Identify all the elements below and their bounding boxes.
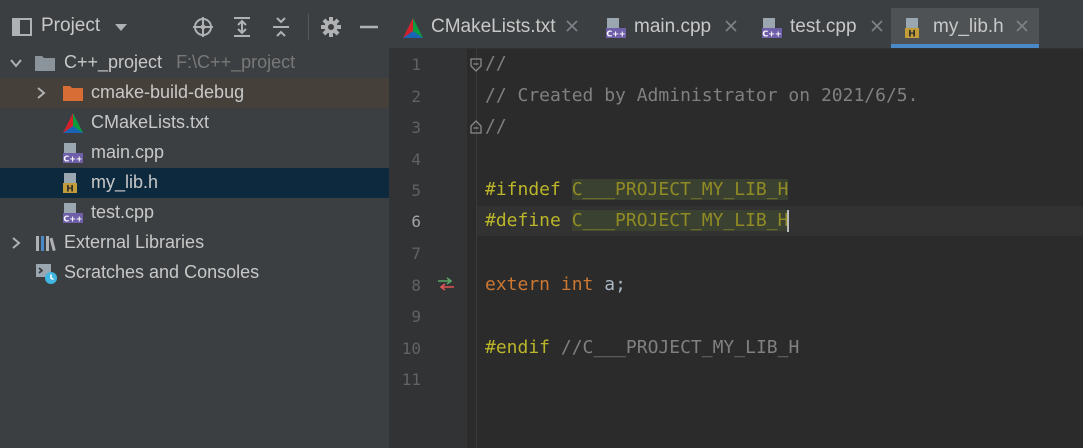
line-number: 7 bbox=[411, 244, 421, 263]
folder-icon bbox=[35, 56, 55, 71]
tree-item-label: External Libraries bbox=[64, 232, 205, 252]
header-file-icon: H bbox=[905, 18, 919, 40]
comment-token: // bbox=[485, 53, 507, 74]
tree-item-my-lib-h[interactable]: H my_lib.h bbox=[0, 168, 389, 198]
code-line-6[interactable]: #define C___PROJECT_MY_LIB_H bbox=[485, 206, 790, 236]
excluded-folder-icon bbox=[63, 86, 83, 101]
chevron-right-icon[interactable] bbox=[8, 235, 24, 251]
gutter-divider bbox=[476, 49, 477, 448]
editor: CMakeLists.txt C++ main.cpp C++ test.cpp… bbox=[389, 0, 1083, 448]
tree-item-main-cpp[interactable]: C++ main.cpp bbox=[0, 138, 389, 168]
minimize-icon[interactable] bbox=[358, 16, 380, 38]
directive-token: #ifndef bbox=[485, 179, 561, 200]
tab-label: test.cpp bbox=[790, 16, 857, 37]
header-file-icon: H bbox=[63, 173, 77, 195]
tree-item-scratches[interactable]: Scratches and Consoles bbox=[0, 258, 389, 288]
tree-item-cmake-build-debug[interactable]: cmake-build-debug bbox=[0, 78, 389, 108]
cmake-icon bbox=[63, 113, 83, 133]
project-path-hint: F:\C++_project bbox=[176, 52, 296, 72]
tree-item-label: main.cpp bbox=[91, 142, 165, 162]
close-icon[interactable] bbox=[870, 19, 884, 33]
tree-item-label: cmake-build-debug bbox=[91, 82, 245, 102]
chevron-right-icon[interactable] bbox=[33, 85, 49, 101]
close-icon[interactable] bbox=[565, 19, 579, 33]
keyword-token: extern bbox=[485, 274, 551, 295]
header-divider bbox=[308, 14, 309, 40]
svg-text:C++: C++ bbox=[63, 215, 82, 224]
fold-marker-icon[interactable] bbox=[469, 58, 483, 72]
project-panel-header: Project bbox=[0, 0, 389, 48]
svg-text:H: H bbox=[66, 185, 74, 195]
tree-item-label: C++_project bbox=[64, 52, 163, 72]
tab-label: CMakeLists.txt bbox=[431, 16, 556, 37]
tab-label: my_lib.h bbox=[933, 16, 1004, 37]
close-icon[interactable] bbox=[1015, 19, 1029, 33]
line-number: 3 bbox=[411, 118, 421, 137]
code-line-3[interactable]: // bbox=[485, 112, 507, 142]
svg-text:H: H bbox=[908, 30, 916, 40]
tree-item-label: CMakeLists.txt bbox=[91, 112, 210, 132]
line-number: 4 bbox=[411, 150, 421, 169]
collapse-all-icon[interactable] bbox=[270, 16, 292, 38]
tab-main-cpp[interactable]: C++ main.cpp bbox=[592, 8, 742, 44]
directive-token: #endif bbox=[485, 337, 551, 358]
svg-text:C++: C++ bbox=[762, 30, 781, 39]
line-number: 5 bbox=[411, 181, 421, 200]
tree-item-label: Scratches and Consoles bbox=[64, 262, 260, 282]
code-line-5[interactable]: #ifndef C___PROJECT_MY_LIB_H bbox=[485, 175, 789, 205]
code-line-1[interactable]: // bbox=[485, 49, 507, 79]
tree-item-test-cpp[interactable]: C++ test.cpp bbox=[0, 198, 389, 228]
scratches-icon bbox=[36, 264, 57, 284]
line-number: 1 bbox=[411, 55, 421, 74]
tree-item-label: my_lib.h bbox=[91, 172, 159, 192]
line-number: 8 bbox=[411, 276, 421, 295]
tab-my-lib-h[interactable]: H my_lib.h bbox=[891, 8, 1039, 48]
tab-cmakelists[interactable]: CMakeLists.txt bbox=[389, 8, 582, 44]
identifier-token: a; bbox=[604, 274, 626, 295]
line-number: 10 bbox=[401, 339, 421, 358]
navigate-implementation-icon[interactable] bbox=[437, 277, 455, 291]
locate-target-icon[interactable] bbox=[192, 16, 214, 38]
macro-token: C___PROJECT_MY_LIB_H bbox=[571, 210, 789, 231]
project-panel: Project C++_project F:\C++_project cmake… bbox=[0, 0, 389, 448]
code-line-10[interactable]: #endif //C___PROJECT_MY_LIB_H bbox=[485, 333, 799, 363]
tab-test-cpp[interactable]: C++ test.cpp bbox=[748, 8, 888, 44]
comment-token: // Created by Administrator on 2021/6/5. bbox=[485, 85, 919, 106]
tab-label: main.cpp bbox=[634, 16, 712, 37]
tree-item-project-root[interactable]: C++_project F:\C++_project bbox=[0, 48, 389, 78]
tree-item-cmakelists[interactable]: CMakeLists.txt bbox=[0, 108, 389, 138]
code-line-2[interactable]: // Created by Administrator on 2021/6/5. bbox=[485, 81, 918, 111]
expand-all-icon[interactable] bbox=[231, 16, 253, 38]
cpp-file-icon: C++ bbox=[762, 18, 782, 39]
cpp-file-icon: C++ bbox=[606, 18, 626, 39]
project-view-icon[interactable] bbox=[12, 18, 32, 36]
project-panel-title[interactable]: Project bbox=[41, 15, 100, 37]
chevron-down-icon[interactable] bbox=[113, 20, 129, 36]
cpp-file-icon: C++ bbox=[63, 203, 83, 224]
line-number: 2 bbox=[411, 87, 421, 106]
svg-text:C++: C++ bbox=[63, 155, 82, 164]
keyword-token: int bbox=[560, 274, 594, 295]
chevron-down-icon[interactable] bbox=[8, 55, 24, 71]
macro-token: C___PROJECT_MY_LIB_H bbox=[571, 179, 789, 200]
line-number: 9 bbox=[411, 307, 421, 326]
fold-marker-icon[interactable] bbox=[469, 120, 483, 134]
cpp-file-icon: C++ bbox=[63, 143, 83, 164]
close-icon[interactable] bbox=[724, 19, 738, 33]
text-caret bbox=[787, 210, 790, 232]
tree-item-label: test.cpp bbox=[91, 202, 155, 222]
comment-token: // bbox=[485, 116, 507, 137]
gear-icon[interactable] bbox=[320, 16, 342, 38]
code-line-8[interactable]: extern int a; bbox=[485, 270, 626, 300]
line-number-current: 6 bbox=[411, 212, 421, 231]
directive-token: #define bbox=[485, 210, 561, 231]
cmake-icon bbox=[403, 18, 423, 38]
svg-text:C++: C++ bbox=[606, 30, 625, 39]
library-icon bbox=[36, 236, 56, 252]
macro-text: C___PROJECT_MY_LIB_ bbox=[571, 210, 778, 231]
comment-token: //C___PROJECT_MY_LIB_H bbox=[560, 337, 800, 358]
line-number: 11 bbox=[401, 370, 421, 389]
tree-item-external-libraries[interactable]: External Libraries bbox=[0, 228, 389, 258]
editor-tab-bar: CMakeLists.txt C++ main.cpp C++ test.cpp… bbox=[389, 0, 1083, 49]
